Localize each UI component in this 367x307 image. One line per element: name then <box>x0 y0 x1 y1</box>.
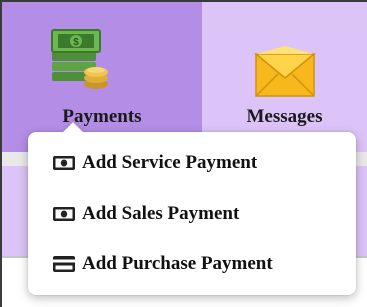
cash-note-icon <box>52 205 76 223</box>
money-stack-icon: $ <box>50 26 112 97</box>
nav-label-messages: Messages <box>246 106 323 127</box>
nav-item-messages[interactable]: Messages <box>202 2 367 152</box>
credit-card-icon <box>52 255 76 273</box>
nav-label-payments: Payments <box>62 106 142 127</box>
menu-item-add-purchase-payment[interactable]: Add Purchase Payment <box>52 249 273 279</box>
cash-note-icon <box>52 154 76 172</box>
envelope-icon <box>253 46 317 103</box>
menu-item-add-service-payment[interactable]: Add Service Payment <box>52 148 257 178</box>
menu-item-label: Add Sales Payment <box>82 203 240 224</box>
svg-text:$: $ <box>73 37 79 48</box>
menu-item-label: Add Service Payment <box>82 152 258 173</box>
nav-item-payments[interactable]: $ Payments <box>2 2 202 152</box>
menu-item-label: Add Purchase Payment <box>82 253 273 274</box>
menu-item-add-sales-payment[interactable]: Add Sales Payment <box>52 199 239 229</box>
payments-dropdown-menu: Add Service Payment Add Sales Payment Ad… <box>28 122 356 295</box>
